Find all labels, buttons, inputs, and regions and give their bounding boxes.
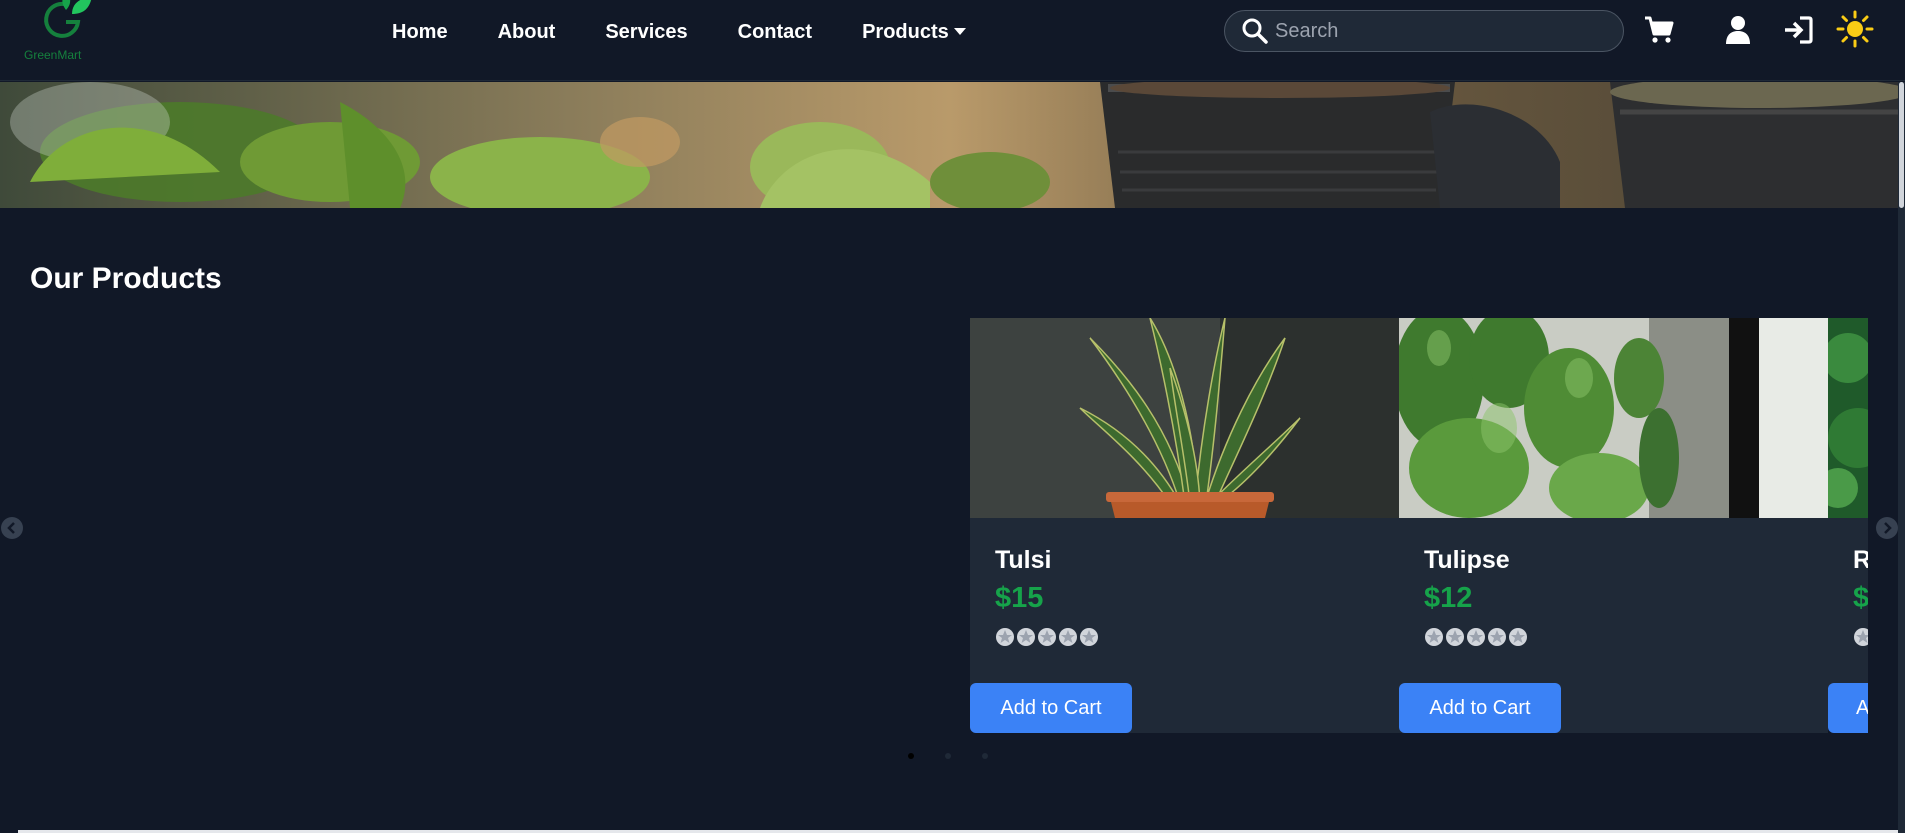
star-rating — [995, 627, 1099, 647]
product-image-snake-plant — [970, 318, 1399, 518]
search-box — [1224, 10, 1624, 52]
logo-text: GreenMart — [24, 48, 82, 62]
star-icon — [1467, 628, 1485, 646]
star-icon — [1059, 628, 1077, 646]
nav-home-label: Home — [392, 21, 448, 43]
product-card: Tulipse $12 Add to Cart — [1399, 318, 1828, 733]
product-name[interactable]: Tulsi — [995, 546, 1051, 575]
product-card: Tulsi $15 Add to Cart — [970, 318, 1399, 733]
carousel-dot-1[interactable] — [908, 753, 914, 759]
nav-products-dropdown[interactable]: Products — [862, 20, 966, 44]
star-rating — [1853, 627, 1868, 647]
product-price: $15 — [995, 582, 1044, 614]
hero-plants-image — [0, 82, 1900, 208]
caret-down-icon — [953, 28, 966, 35]
product-carousel: Tulsi $15 Add to Cart Tulipse $12 Add to… — [970, 318, 1868, 733]
star-icon — [1509, 628, 1527, 646]
snake-plant-image — [970, 318, 1399, 518]
star-icon — [1017, 628, 1035, 646]
nav-about[interactable]: About — [498, 20, 556, 44]
product-card: R $ A — [1828, 318, 1868, 733]
star-icon — [996, 628, 1014, 646]
add-to-cart-button[interactable]: Add to Cart — [970, 683, 1132, 733]
hero-banner — [0, 82, 1900, 208]
main-nav: Home About Services Contact Products — [392, 20, 1016, 44]
nav-services-label: Services — [605, 21, 688, 43]
carousel-dots — [908, 753, 988, 759]
search-input[interactable] — [1275, 19, 1595, 43]
star-rating — [1424, 627, 1528, 647]
star-icon — [1425, 628, 1443, 646]
product-name[interactable]: R — [1853, 546, 1868, 575]
cart-icon[interactable] — [1643, 14, 1675, 46]
product-image-pothos — [1399, 318, 1828, 518]
carousel-next-button[interactable] — [1876, 517, 1898, 539]
star-icon — [1854, 628, 1868, 646]
logo-leaf-icon — [44, 0, 92, 38]
search-icon[interactable] — [1241, 17, 1269, 45]
star-icon — [1488, 628, 1506, 646]
nav-about-label: About — [497, 21, 556, 43]
add-to-cart-button[interactable]: Add to Cart — [1399, 683, 1561, 733]
chevron-left-icon — [7, 522, 15, 534]
chevron-right-icon — [1884, 522, 1892, 534]
star-icon — [1038, 628, 1056, 646]
green-foliage-image — [1828, 318, 1868, 518]
product-image-foliage — [1828, 318, 1868, 518]
nav-contact[interactable]: Contact — [738, 20, 812, 44]
product-price: $ — [1853, 582, 1868, 614]
login-icon[interactable] — [1782, 14, 1814, 46]
star-icon — [1080, 628, 1098, 646]
nav-home[interactable]: Home — [392, 20, 448, 44]
nav-contact-label: Contact — [737, 21, 813, 43]
products-section-title: Our Products — [30, 262, 222, 295]
sun-icon[interactable] — [1836, 10, 1874, 48]
nav-services[interactable]: Services — [605, 20, 687, 44]
site-header: GreenMart Home About Services Contact Pr… — [0, 0, 1905, 81]
product-name[interactable]: Tulipse — [1424, 546, 1510, 575]
star-icon — [1446, 628, 1464, 646]
carousel-dot-2[interactable] — [945, 753, 951, 759]
nav-products-label: Products — [862, 21, 949, 43]
add-to-cart-button[interactable]: A — [1828, 683, 1868, 733]
user-icon[interactable] — [1724, 14, 1752, 46]
page-scrollbar-thumb[interactable] — [1899, 82, 1904, 208]
carousel-prev-button[interactable] — [1, 517, 23, 539]
pothos-plant-image — [1399, 318, 1828, 518]
product-price: $12 — [1424, 582, 1473, 614]
carousel-dot-3[interactable] — [982, 753, 988, 759]
